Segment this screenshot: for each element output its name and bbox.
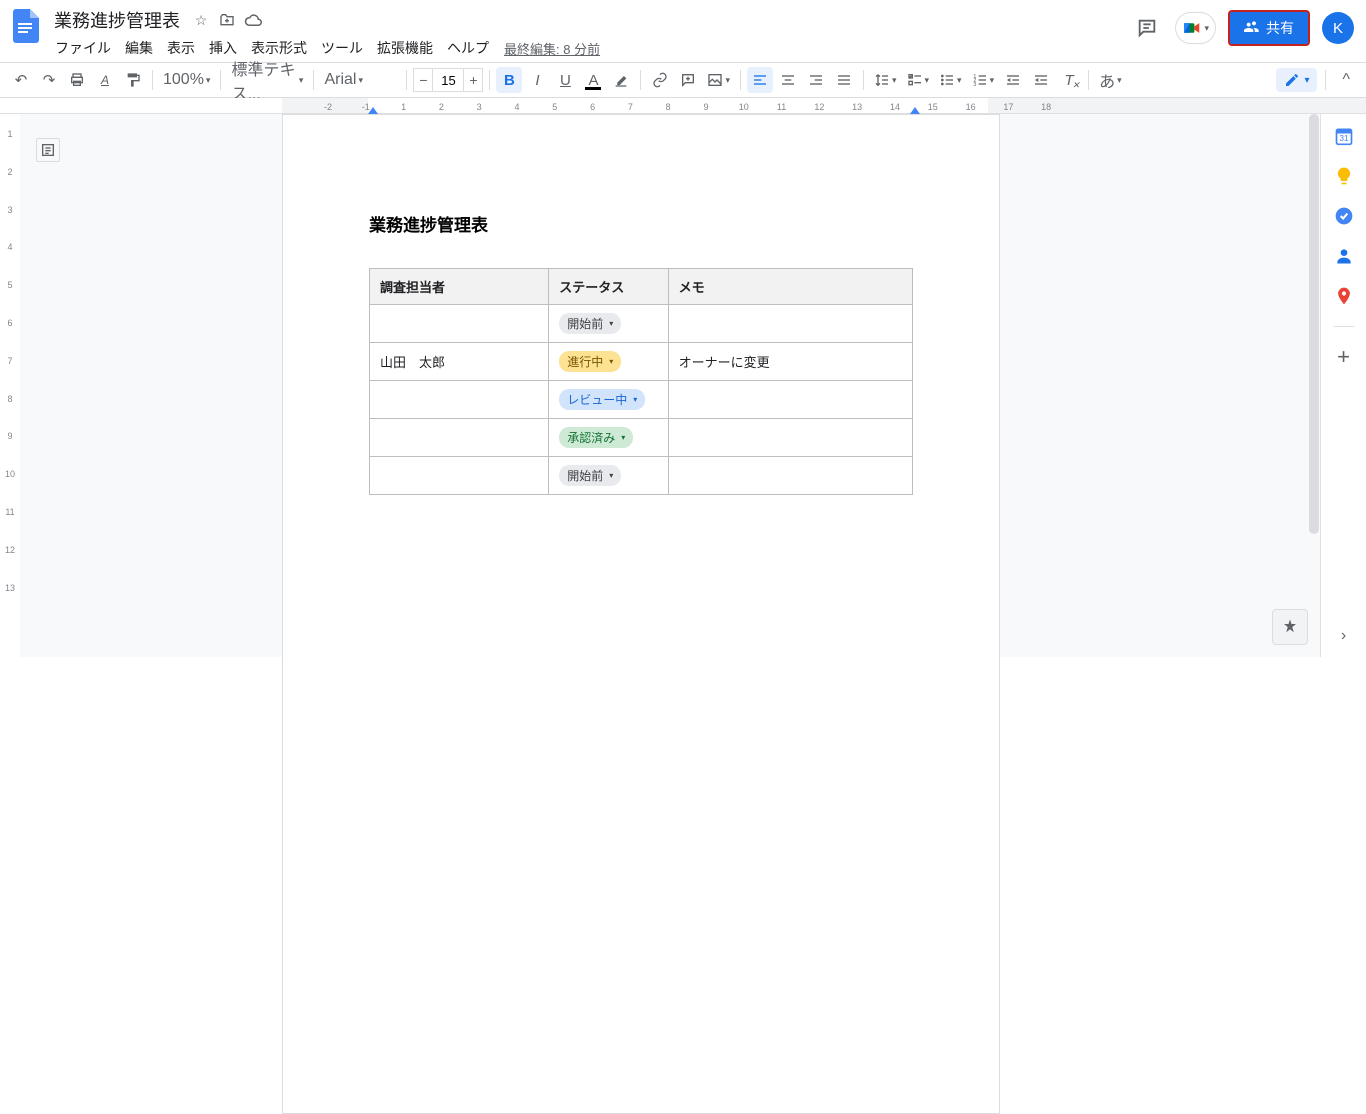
table-row[interactable]: 山田 太郎 進行中 オーナーに変更 [370, 343, 913, 381]
menu-edit[interactable]: 編集 [118, 34, 160, 62]
image-button[interactable] [703, 67, 734, 93]
checklist-button[interactable] [903, 67, 934, 93]
table-header-row[interactable]: 調査担当者 ステータス メモ [370, 269, 913, 305]
keep-icon[interactable] [1334, 166, 1354, 186]
horizontal-ruler[interactable]: -2-1123456789101112131415161718 [0, 98, 1366, 114]
meet-button[interactable]: ▾ [1175, 12, 1216, 44]
cell-assignee[interactable]: 山田 太郎 [370, 343, 549, 381]
link-button[interactable] [647, 67, 673, 93]
cell-assignee[interactable] [370, 305, 549, 343]
cell-status[interactable]: レビュー中 [549, 381, 668, 419]
vertical-ruler[interactable]: 12345678910111213 [0, 114, 20, 657]
bold-button[interactable]: B [496, 67, 522, 93]
text-color-button[interactable]: A [580, 67, 606, 93]
star-icon[interactable]: ☆ [190, 9, 212, 31]
cell-status[interactable]: 進行中 [549, 343, 668, 381]
vertical-scrollbar[interactable] [1308, 114, 1320, 657]
menu-view[interactable]: 表示 [160, 34, 202, 62]
svg-text:31: 31 [1339, 133, 1349, 143]
last-edit-link[interactable]: 最終編集: 8 分前 [504, 39, 600, 58]
maps-icon[interactable] [1334, 286, 1354, 306]
share-button[interactable]: 共有 [1228, 10, 1310, 46]
contacts-icon[interactable] [1334, 246, 1354, 266]
doc-table[interactable]: 調査担当者 ステータス メモ 開始前 山田 太郎 進行中 オーナーに変更 レビュ… [369, 268, 913, 495]
th-status[interactable]: ステータス [549, 269, 668, 305]
status-chip[interactable]: 開始前 [559, 465, 621, 486]
undo-button[interactable]: ↶ [8, 67, 34, 93]
table-row[interactable]: レビュー中 [370, 381, 913, 419]
align-right-button[interactable] [803, 67, 829, 93]
fontsize-dec[interactable]: − [413, 68, 433, 92]
bullet-list-button[interactable] [935, 67, 966, 93]
align-justify-button[interactable] [831, 67, 857, 93]
status-chip[interactable]: レビュー中 [559, 389, 645, 410]
line-spacing-button[interactable] [870, 67, 901, 93]
addons-icon[interactable]: + [1334, 347, 1354, 367]
hide-menus-button[interactable]: ^ [1334, 67, 1358, 93]
paint-format-button[interactable] [120, 67, 146, 93]
status-chip[interactable]: 進行中 [559, 351, 621, 372]
cell-status[interactable]: 承認済み [549, 419, 668, 457]
clear-format-button[interactable]: T✕ [1056, 67, 1082, 93]
document-page[interactable]: 業務進捗管理表 調査担当者 ステータス メモ 開始前 山田 太郎 進行中 オーナ… [282, 114, 1000, 1114]
calendar-icon[interactable]: 31 [1334, 126, 1354, 146]
zoom-select[interactable]: 100% [159, 67, 214, 93]
underline-button[interactable]: U [552, 67, 578, 93]
redo-button[interactable]: ↷ [36, 67, 62, 93]
tasks-icon[interactable] [1334, 206, 1354, 226]
edit-mode-button[interactable]: ▾ [1276, 68, 1317, 92]
cell-status[interactable]: 開始前 [549, 457, 668, 495]
doc-heading[interactable]: 業務進捗管理表 [369, 211, 913, 236]
cell-memo[interactable] [668, 457, 912, 495]
styles-select[interactable]: 標準テキス... [227, 67, 307, 93]
menu-tools[interactable]: ツール [314, 34, 370, 62]
status-chip[interactable]: 承認済み [559, 427, 633, 448]
explore-button[interactable] [1272, 609, 1308, 645]
th-memo[interactable]: メモ [668, 269, 912, 305]
menu-help[interactable]: ヘルプ [440, 34, 496, 62]
status-chip[interactable]: 開始前 [559, 313, 621, 334]
move-icon[interactable] [216, 9, 238, 31]
cell-status[interactable]: 開始前 [549, 305, 668, 343]
account-avatar[interactable]: K [1322, 12, 1354, 44]
menu-file[interactable]: ファイル [48, 34, 118, 62]
cell-memo[interactable] [668, 305, 912, 343]
comment-history-icon[interactable] [1131, 12, 1163, 44]
cloud-icon[interactable] [242, 9, 264, 31]
indent-dec-button[interactable] [1000, 67, 1026, 93]
cell-memo[interactable] [668, 381, 912, 419]
indent-inc-button[interactable] [1028, 67, 1054, 93]
fontsize-input[interactable] [433, 68, 463, 92]
comment-button[interactable] [675, 67, 701, 93]
table-row[interactable]: 承認済み [370, 419, 913, 457]
align-center-button[interactable] [775, 67, 801, 93]
cell-assignee[interactable] [370, 381, 549, 419]
share-label: 共有 [1266, 18, 1294, 38]
cell-memo[interactable]: オーナーに変更 [668, 343, 912, 381]
cell-assignee[interactable] [370, 457, 549, 495]
toolbar: ↶ ↷ A 100% 標準テキス... Arial − + B I U A 12… [0, 62, 1366, 98]
sidepanel-collapse-icon[interactable]: › [1341, 627, 1346, 645]
outline-toggle-icon[interactable] [36, 138, 60, 162]
th-assignee[interactable]: 調査担当者 [370, 269, 549, 305]
scroll-thumb[interactable] [1309, 114, 1319, 534]
docs-logo[interactable] [8, 8, 44, 44]
print-button[interactable] [64, 67, 90, 93]
svg-text:3: 3 [973, 82, 976, 88]
cell-assignee[interactable] [370, 419, 549, 457]
highlight-button[interactable] [608, 67, 634, 93]
side-panel: 31 + › [1320, 114, 1366, 657]
table-row[interactable]: 開始前 [370, 305, 913, 343]
cell-memo[interactable] [668, 419, 912, 457]
menu-extensions[interactable]: 拡張機能 [370, 34, 440, 62]
spellcheck-button[interactable]: A [92, 67, 118, 93]
font-select[interactable]: Arial [320, 67, 400, 93]
align-left-button[interactable] [747, 67, 773, 93]
italic-button[interactable]: I [524, 67, 550, 93]
ime-button[interactable]: あ [1095, 67, 1126, 93]
doc-title[interactable]: 業務進捗管理表 [48, 5, 186, 35]
numbered-list-button[interactable]: 123 [968, 67, 999, 93]
table-row[interactable]: 開始前 [370, 457, 913, 495]
fontsize-inc[interactable]: + [463, 68, 483, 92]
